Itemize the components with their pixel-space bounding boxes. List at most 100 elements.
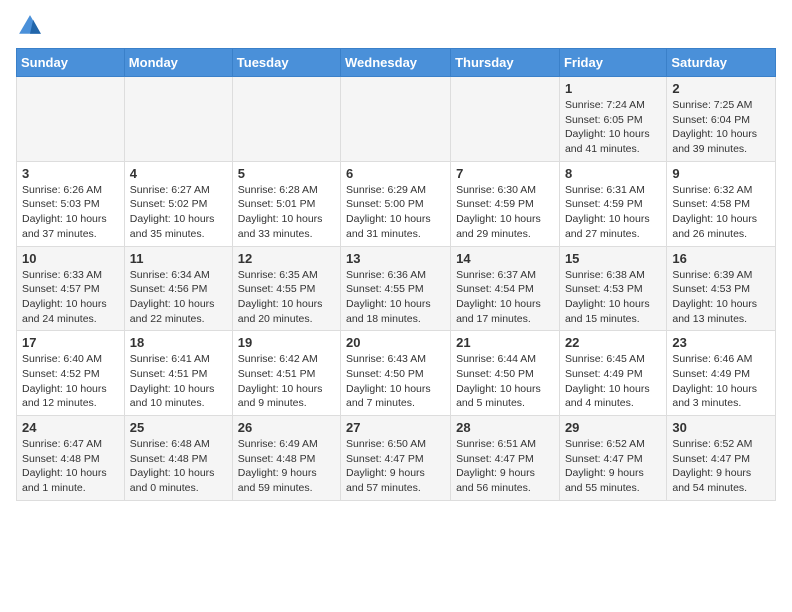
calendar-cell — [451, 77, 560, 162]
day-number: 30 — [672, 420, 770, 435]
day-info: Sunrise: 6:39 AMSunset: 4:53 PMDaylight:… — [672, 268, 770, 327]
day-info: Sunrise: 7:25 AMSunset: 6:04 PMDaylight:… — [672, 98, 770, 157]
calendar-header-saturday: Saturday — [667, 49, 776, 77]
day-info: Sunrise: 6:44 AMSunset: 4:50 PMDaylight:… — [456, 352, 554, 411]
header — [16, 12, 776, 40]
calendar-week-3: 10Sunrise: 6:33 AMSunset: 4:57 PMDayligh… — [17, 246, 776, 331]
day-info: Sunrise: 7:24 AMSunset: 6:05 PMDaylight:… — [565, 98, 661, 157]
calendar-cell: 22Sunrise: 6:45 AMSunset: 4:49 PMDayligh… — [559, 331, 666, 416]
calendar-cell: 20Sunrise: 6:43 AMSunset: 4:50 PMDayligh… — [341, 331, 451, 416]
calendar-header-monday: Monday — [124, 49, 232, 77]
day-number: 19 — [238, 335, 335, 350]
day-info: Sunrise: 6:48 AMSunset: 4:48 PMDaylight:… — [130, 437, 227, 496]
calendar-header-thursday: Thursday — [451, 49, 560, 77]
day-number: 27 — [346, 420, 445, 435]
calendar-cell — [232, 77, 340, 162]
day-info: Sunrise: 6:27 AMSunset: 5:02 PMDaylight:… — [130, 183, 227, 242]
calendar-cell: 18 Sunrise: 6:41 AMSunset: 4:51 PMDayligh… — [124, 331, 232, 416]
day-number: 8 — [565, 166, 661, 181]
day-number: 2 — [672, 81, 770, 96]
calendar-cell: 2 Sunrise: 7:25 AMSunset: 6:04 PMDaylight… — [667, 77, 776, 162]
day-info: Sunrise: 6:32 AMSunset: 4:58 PMDaylight:… — [672, 183, 770, 242]
calendar-cell: 23 Sunrise: 6:46 AMSunset: 4:49 PMDayligh… — [667, 331, 776, 416]
day-number: 4 — [130, 166, 227, 181]
day-info: Sunrise: 6:30 AMSunset: 4:59 PMDaylight:… — [456, 183, 554, 242]
page: SundayMondayTuesdayWednesdayThursdayFrid… — [0, 0, 792, 517]
day-number: 5 — [238, 166, 335, 181]
day-info: Sunrise: 6:41 AMSunset: 4:51 PMDaylight:… — [130, 352, 227, 411]
calendar-cell: 25 Sunrise: 6:48 AMSunset: 4:48 PMDayligh… — [124, 416, 232, 501]
logo — [16, 12, 48, 40]
calendar-header-tuesday: Tuesday — [232, 49, 340, 77]
day-info: Sunrise: 6:52 AMSunset: 4:47 PMDaylight:… — [565, 437, 661, 496]
day-info: Sunrise: 6:29 AMSunset: 5:00 PMDaylight:… — [346, 183, 445, 242]
day-info: Sunrise: 6:28 AMSunset: 5:01 PMDaylight:… — [238, 183, 335, 242]
day-info: Sunrise: 6:37 AMSunset: 4:54 PMDaylight:… — [456, 268, 554, 327]
calendar-cell: 11 Sunrise: 6:34 AMSunset: 4:56 PMDayligh… — [124, 246, 232, 331]
day-number: 24 — [22, 420, 119, 435]
day-number: 23 — [672, 335, 770, 350]
calendar-cell: 28 Sunrise: 6:51 AMSunset: 4:47 PMDayligh… — [451, 416, 560, 501]
calendar-cell: 15 Sunrise: 6:38 AMSunset: 4:53 PMDayligh… — [559, 246, 666, 331]
calendar-cell: 12Sunrise: 6:35 AMSunset: 4:55 PMDayligh… — [232, 246, 340, 331]
calendar-cell: 14 Sunrise: 6:37 AMSunset: 4:54 PMDayligh… — [451, 246, 560, 331]
day-number: 16 — [672, 251, 770, 266]
calendar-cell: 3Sunrise: 6:26 AMSunset: 5:03 PMDaylight… — [17, 161, 125, 246]
day-number: 14 — [456, 251, 554, 266]
day-info: Sunrise: 6:31 AMSunset: 4:59 PMDaylight:… — [565, 183, 661, 242]
calendar-cell: 5 Sunrise: 6:28 AMSunset: 5:01 PMDaylight… — [232, 161, 340, 246]
calendar-cell: 1Sunrise: 7:24 AMSunset: 6:05 PMDaylight… — [559, 77, 666, 162]
day-info: Sunrise: 6:45 AMSunset: 4:49 PMDaylight:… — [565, 352, 661, 411]
calendar-cell: 29 Sunrise: 6:52 AMSunset: 4:47 PMDayligh… — [559, 416, 666, 501]
day-info: Sunrise: 6:34 AMSunset: 4:56 PMDaylight:… — [130, 268, 227, 327]
day-number: 10 — [22, 251, 119, 266]
calendar-header-row: SundayMondayTuesdayWednesdayThursdayFrid… — [17, 49, 776, 77]
day-info: Sunrise: 6:49 AMSunset: 4:48 PMDaylight:… — [238, 437, 335, 496]
calendar-cell: 27 Sunrise: 6:50 AMSunset: 4:47 PMDayligh… — [341, 416, 451, 501]
calendar-cell: 30 Sunrise: 6:52 AMSunset: 4:47 PMDayligh… — [667, 416, 776, 501]
calendar-cell: 17Sunrise: 6:40 AMSunset: 4:52 PMDayligh… — [17, 331, 125, 416]
day-number: 18 — [130, 335, 227, 350]
calendar-cell: 24Sunrise: 6:47 AMSunset: 4:48 PMDayligh… — [17, 416, 125, 501]
logo-icon — [16, 12, 44, 40]
calendar-cell — [17, 77, 125, 162]
day-number: 25 — [130, 420, 227, 435]
day-number: 11 — [130, 251, 227, 266]
calendar-week-2: 3Sunrise: 6:26 AMSunset: 5:03 PMDaylight… — [17, 161, 776, 246]
day-number: 21 — [456, 335, 554, 350]
day-info: Sunrise: 6:46 AMSunset: 4:49 PMDaylight:… — [672, 352, 770, 411]
day-info: Sunrise: 6:52 AMSunset: 4:47 PMDaylight:… — [672, 437, 770, 496]
calendar-cell: 16 Sunrise: 6:39 AMSunset: 4:53 PMDayligh… — [667, 246, 776, 331]
day-number: 26 — [238, 420, 335, 435]
day-number: 29 — [565, 420, 661, 435]
calendar-cell: 10Sunrise: 6:33 AMSunset: 4:57 PMDayligh… — [17, 246, 125, 331]
day-info: Sunrise: 6:38 AMSunset: 4:53 PMDaylight:… — [565, 268, 661, 327]
day-info: Sunrise: 6:50 AMSunset: 4:47 PMDaylight:… — [346, 437, 445, 496]
calendar-cell: 26 Sunrise: 6:49 AMSunset: 4:48 PMDayligh… — [232, 416, 340, 501]
day-info: Sunrise: 6:36 AMSunset: 4:55 PMDaylight:… — [346, 268, 445, 327]
calendar-week-4: 17Sunrise: 6:40 AMSunset: 4:52 PMDayligh… — [17, 331, 776, 416]
calendar-cell: 6 Sunrise: 6:29 AMSunset: 5:00 PMDaylight… — [341, 161, 451, 246]
calendar-cell: 9 Sunrise: 6:32 AMSunset: 4:58 PMDaylight… — [667, 161, 776, 246]
day-number: 12 — [238, 251, 335, 266]
calendar-header-wednesday: Wednesday — [341, 49, 451, 77]
calendar-week-5: 24Sunrise: 6:47 AMSunset: 4:48 PMDayligh… — [17, 416, 776, 501]
day-number: 20 — [346, 335, 445, 350]
calendar-cell: 21 Sunrise: 6:44 AMSunset: 4:50 PMDayligh… — [451, 331, 560, 416]
day-number: 28 — [456, 420, 554, 435]
calendar-cell: 8 Sunrise: 6:31 AMSunset: 4:59 PMDaylight… — [559, 161, 666, 246]
calendar-cell: 19 Sunrise: 6:42 AMSunset: 4:51 PMDayligh… — [232, 331, 340, 416]
day-number: 13 — [346, 251, 445, 266]
day-number: 17 — [22, 335, 119, 350]
day-number: 6 — [346, 166, 445, 181]
calendar-cell: 4 Sunrise: 6:27 AMSunset: 5:02 PMDaylight… — [124, 161, 232, 246]
day-info: Sunrise: 6:26 AMSunset: 5:03 PMDaylight:… — [22, 183, 119, 242]
day-number: 9 — [672, 166, 770, 181]
day-info: Sunrise: 6:42 AMSunset: 4:51 PMDaylight:… — [238, 352, 335, 411]
calendar-header-sunday: Sunday — [17, 49, 125, 77]
calendar-week-1: 1Sunrise: 7:24 AMSunset: 6:05 PMDaylight… — [17, 77, 776, 162]
calendar-cell: 13 Sunrise: 6:36 AMSunset: 4:55 PMDayligh… — [341, 246, 451, 331]
day-info: Sunrise: 6:51 AMSunset: 4:47 PMDaylight:… — [456, 437, 554, 496]
day-number: 15 — [565, 251, 661, 266]
calendar-cell — [124, 77, 232, 162]
